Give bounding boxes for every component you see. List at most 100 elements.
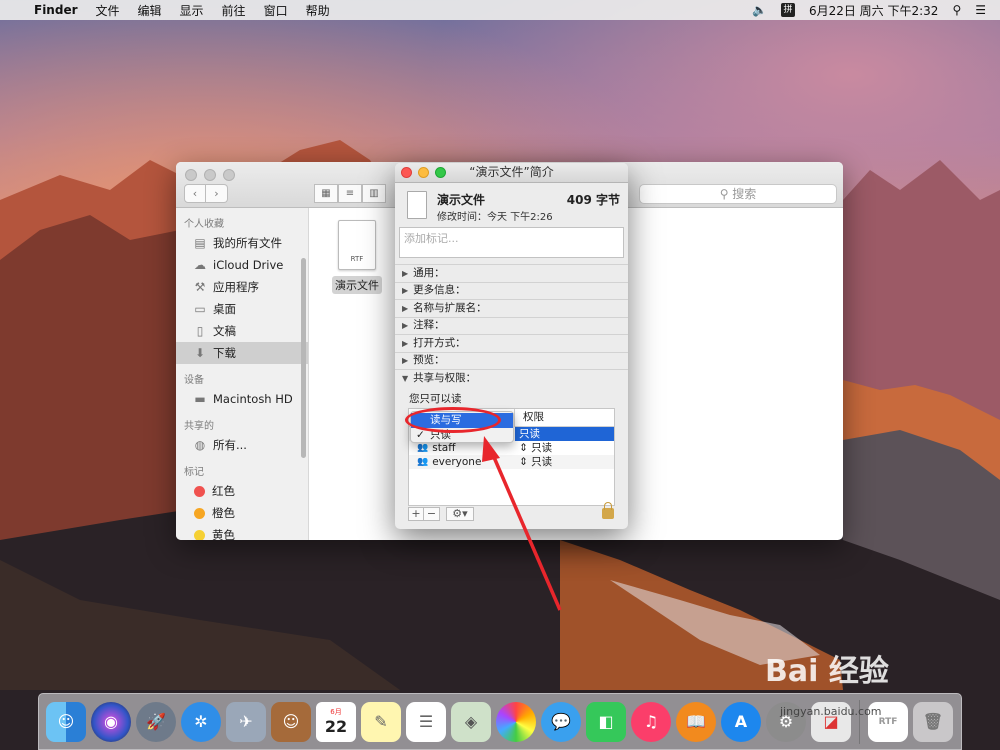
calendar-icon[interactable]: 6月 22: [316, 701, 356, 742]
add-user-button[interactable]: +: [408, 507, 424, 521]
sidebar-item-label: 橙色: [212, 506, 235, 520]
menu-go[interactable]: 前往: [222, 2, 246, 19]
search-input[interactable]: ⚲ 搜索: [639, 184, 837, 204]
permissions-toolbar: + − ⚙▾: [408, 507, 474, 521]
table-row[interactable]: 👥 everyone ⇕ 只读: [409, 455, 614, 469]
table-row[interactable]: 👥 staff ⇕ 只读: [409, 441, 614, 455]
reminders-icon[interactable]: ☰: [406, 701, 446, 742]
tag-orange-dot-icon: [194, 507, 205, 519]
app-store-icon[interactable]: A: [721, 701, 761, 742]
menu-file[interactable]: 文件: [96, 2, 120, 19]
everyone-icon: 👥: [417, 457, 429, 467]
safari-icon[interactable]: ✲: [181, 701, 221, 742]
minimize-button[interactable]: [418, 167, 429, 178]
sidebar-item-macintosh-hd[interactable]: ▬ Macintosh HD: [176, 388, 308, 410]
section-comments[interactable]: ▶ 注释：: [395, 316, 628, 335]
section-sharing-permissions[interactable]: ▼ 共享与权限：: [395, 369, 628, 387]
rtf-document-icon: RTF: [338, 220, 376, 270]
disclosure-triangle-icon: ▶: [402, 321, 409, 331]
siri-icon[interactable]: ◉: [91, 701, 131, 742]
sidebar-header-shared: 共享的: [184, 421, 214, 432]
contacts-icon[interactable]: ☺: [271, 701, 311, 742]
document-icon: ▯: [196, 324, 204, 338]
icon-view-button[interactable]: ▦: [314, 184, 338, 203]
launchpad-icon[interactable]: 🚀: [136, 701, 176, 742]
sidebar-item-documents[interactable]: ▯ 文稿: [176, 320, 308, 342]
remove-user-button[interactable]: −: [424, 507, 440, 521]
close-button[interactable]: [401, 167, 412, 178]
hard-disk-icon: ▬: [194, 392, 206, 406]
sidebar-item-label: iCloud Drive: [213, 258, 284, 272]
sidebar-header-favorites: 个人收藏: [184, 219, 224, 230]
section-name-extension[interactable]: ▶ 名称与扩展名：: [395, 299, 628, 317]
section-more-info[interactable]: ▶ 更多信息：: [395, 281, 628, 300]
privilege-value: 只读: [531, 442, 553, 454]
list-view-button[interactable]: ≡: [338, 184, 362, 203]
privilege-value: 只读: [531, 456, 553, 468]
minimize-button[interactable]: [204, 169, 216, 181]
applications-icon: ⚒: [194, 280, 206, 294]
menu-edit[interactable]: 编辑: [138, 2, 162, 19]
column-header-privilege[interactable]: 权限: [515, 409, 544, 426]
menu-help[interactable]: 帮助: [306, 2, 330, 19]
action-gear-button[interactable]: ⚙▾: [446, 507, 474, 521]
section-preview[interactable]: ▶ 预览：: [395, 351, 628, 370]
download-icon: ⬇: [194, 346, 206, 360]
notification-center-icon[interactable]: ☰: [975, 3, 986, 17]
info-titlebar: “演示文件”简介: [395, 163, 628, 183]
sidebar-tag-yellow[interactable]: 黄色: [176, 524, 308, 540]
menu-clock[interactable]: 6月22日 周六 下午2:32: [809, 2, 938, 19]
zoom-button[interactable]: [435, 167, 446, 178]
disclosure-triangle-open-icon: ▼: [402, 373, 409, 383]
sidebar-scrollbar[interactable]: [301, 258, 306, 458]
trash-icon[interactable]: 🗑: [913, 701, 953, 742]
close-button[interactable]: [185, 169, 197, 181]
group-icon: 👥: [417, 443, 429, 453]
info-file-size: 409 字节: [566, 193, 620, 207]
row-user-name: staff: [432, 442, 456, 454]
menu-window[interactable]: 窗口: [264, 2, 288, 19]
window-title: “演示文件”简介: [469, 165, 554, 179]
network-icon: ◍: [194, 438, 206, 452]
notes-icon[interactable]: ✎: [361, 701, 401, 742]
row-privilege[interactable]: ⇕ 只读: [515, 455, 614, 469]
sidebar-item-shared-all[interactable]: ◍ 所有...: [176, 434, 308, 456]
section-general[interactable]: ▶ 通用：: [395, 264, 628, 282]
row-privilege[interactable]: 只读: [515, 427, 614, 441]
sidebar-tag-orange[interactable]: 橙色: [176, 502, 308, 524]
facetime-icon[interactable]: ◧: [586, 701, 626, 742]
zoom-button[interactable]: [223, 169, 235, 181]
volume-icon[interactable]: 🔈: [752, 3, 767, 17]
finder-sidebar: 个人收藏 ▤ 我的所有文件 ☁ iCloud Drive ⚒ 应用程序 ▭ 桌面 ▯ 文稿…: [176, 208, 309, 540]
info-sections: ▶ 通用： ▶ 更多信息： ▶ 名称与扩展名： ▶ 注释： ▶ 打开方式： ▶ 预览： ▼ 共…: [395, 264, 628, 407]
sidebar-item-all-files[interactable]: ▤ 我的所有文件: [176, 232, 308, 254]
messages-icon[interactable]: 💬: [541, 701, 581, 742]
back-button[interactable]: ‹: [184, 184, 206, 203]
itunes-icon[interactable]: ♫: [631, 701, 671, 742]
sidebar-header-tags: 标记: [184, 467, 204, 478]
finder-icon[interactable]: ☺: [46, 701, 86, 742]
row-privilege[interactable]: ⇕ 只读: [515, 441, 614, 455]
sidebar-item-downloads[interactable]: ⬇ 下载: [176, 342, 308, 364]
menu-view[interactable]: 显示: [180, 2, 204, 19]
dock: ☺ ◉ 🚀 ✲ ✈ ☺ 6月 22 ✎ ☰ ◈ 💬 ◧ ♫ 📖 A ⚙ ◪ RTF…: [38, 693, 962, 750]
section-label: 打开方式：: [413, 336, 466, 349]
mail-icon[interactable]: ✈: [226, 701, 266, 742]
sidebar-item-applications[interactable]: ⚒ 应用程序: [176, 276, 308, 298]
sidebar-tag-red[interactable]: 红色: [176, 480, 308, 502]
menu-app-finder[interactable]: Finder: [34, 3, 78, 17]
spotlight-icon[interactable]: ⚲: [952, 3, 961, 17]
photos-icon[interactable]: [496, 701, 536, 742]
column-view-button[interactable]: ▥: [362, 184, 386, 203]
input-method-icon[interactable]: 拼: [780, 3, 795, 17]
maps-icon[interactable]: ◈: [451, 701, 491, 742]
tag-input[interactable]: 添加标记...: [399, 227, 624, 258]
lock-icon[interactable]: [602, 502, 614, 519]
section-label: 共享与权限：: [413, 371, 477, 384]
sidebar-item-icloud[interactable]: ☁ iCloud Drive: [176, 254, 308, 276]
forward-button[interactable]: ›: [206, 184, 228, 203]
file-item[interactable]: RTF 演示文件: [327, 216, 385, 294]
section-open-with[interactable]: ▶ 打开方式：: [395, 334, 628, 352]
ibooks-icon[interactable]: 📖: [676, 701, 716, 742]
sidebar-item-desktop[interactable]: ▭ 桌面: [176, 298, 308, 320]
